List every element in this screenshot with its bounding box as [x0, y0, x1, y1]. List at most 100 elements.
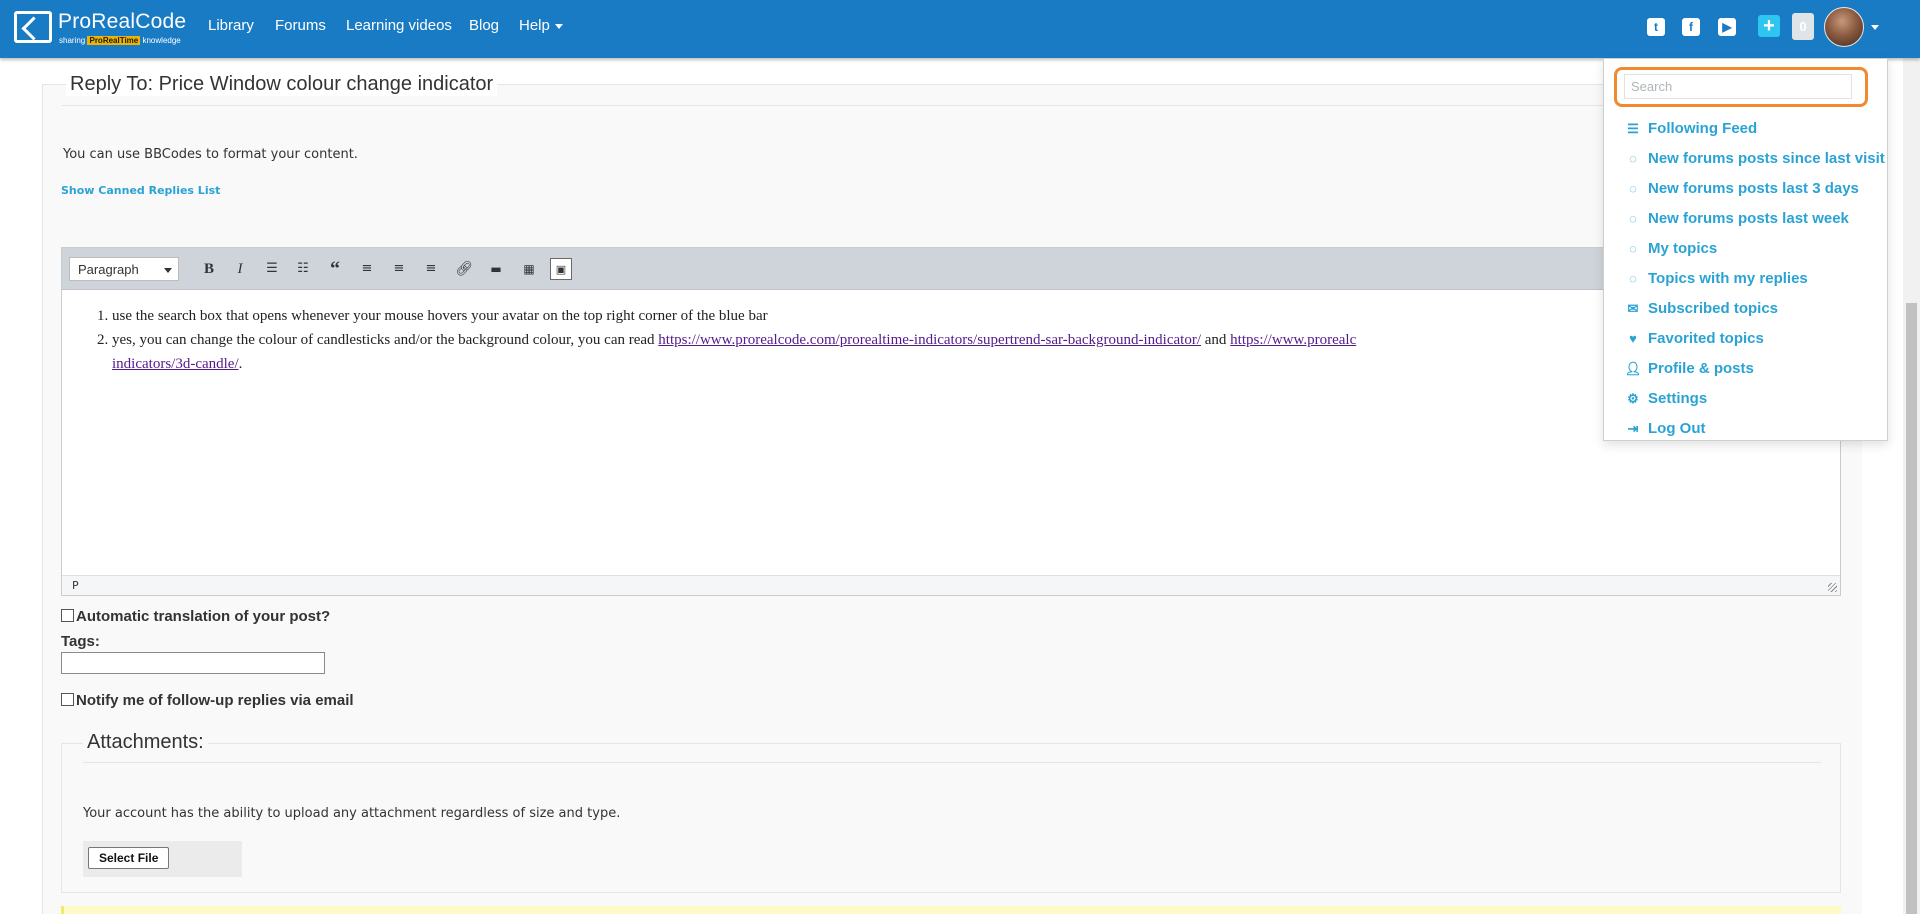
reply-line-2-text: yes, you can change the colour of candle… [112, 332, 659, 348]
logo-tag-post: knowledge [142, 36, 181, 45]
list-item: use the search box that opens whenever y… [112, 304, 1812, 328]
menu-following-feed[interactable]: ☰ Following Feed [1624, 117, 1757, 141]
add-content-button[interactable]: + [1758, 15, 1780, 37]
menu-new-posts-since-last-visit[interactable]: ◌ New forums posts since last visit [1624, 147, 1885, 171]
page-title: Reply To: Price Window colour change ind… [66, 73, 498, 96]
nav-learning-videos[interactable]: Learning videos [346, 17, 452, 34]
editor-content[interactable]: use the search box that opens whenever y… [62, 290, 1840, 576]
comments-icon: ◌ [1629, 211, 1637, 226]
align-right-icon[interactable]: ≡ [420, 258, 442, 280]
menu-topics-with-my-replies[interactable]: ◌ Topics with my replies [1624, 267, 1808, 291]
bullet-list-icon[interactable]: ☰ [261, 258, 283, 280]
user-icon: 👤︎ [1624, 361, 1642, 376]
avatar[interactable] [1824, 7, 1864, 47]
3d-candle-link-part2: indicators/3d-candle/ [112, 356, 239, 372]
comment-icon: ◌ [1629, 241, 1637, 256]
align-center-icon[interactable]: ≡ [388, 258, 410, 280]
chevron-down-icon [554, 23, 563, 29]
numbered-list-icon[interactable]: ☷ [292, 258, 314, 280]
twitter-icon[interactable]: t [1647, 18, 1665, 36]
comments-icon: ◌ [1629, 181, 1637, 196]
logout-icon: ⇥ [1627, 421, 1639, 436]
menu-label: Subscribed topics [1648, 300, 1779, 317]
envelope-icon: ✉ [1627, 301, 1639, 316]
heart-icon: ♥ [1629, 331, 1637, 346]
menu-new-posts-last-3-days[interactable]: ◌ New forums posts last 3 days [1624, 177, 1859, 201]
list-item: yes, you can change the colour of candle… [112, 328, 1812, 376]
nav-help[interactable]: Help [519, 17, 563, 34]
3d-candle-link-part1: https://www.prorealc [1230, 332, 1357, 348]
reply-line-2-end: . [238, 356, 243, 372]
logo-tag-highlight: ProRealTime [87, 36, 141, 45]
menu-my-topics[interactable]: ◌ My topics [1624, 237, 1717, 261]
reply-list: use the search box that opens whenever y… [112, 304, 1812, 376]
select-file-button[interactable]: Select File [88, 847, 170, 869]
menu-profile-posts[interactable]: 👤︎ Profile & posts [1624, 357, 1754, 381]
nav-blog[interactable]: Blog [469, 17, 499, 34]
menu-new-posts-last-week[interactable]: ◌ New forums posts last week [1624, 207, 1849, 231]
show-canned-replies-link[interactable]: Show Canned Replies List [61, 184, 220, 197]
menu-label: Log Out [1648, 420, 1706, 437]
menu-label: New forums posts since last visit [1648, 150, 1885, 167]
top-navbar: ProRealCode sharing ProRealTime knowledg… [0, 0, 1920, 58]
search-input[interactable] [1624, 74, 1852, 99]
menu-label: My topics [1648, 240, 1718, 257]
list-icon: ☰ [1627, 121, 1639, 136]
auto-translate-row[interactable]: Automatic translation of your post? [61, 608, 330, 625]
resize-grip-icon[interactable] [1828, 583, 1837, 592]
italic-icon[interactable]: I [229, 258, 251, 280]
align-left-icon[interactable]: ≡ [356, 258, 378, 280]
editor-statusbar: P [62, 575, 1840, 595]
logo-tagline: sharing ProRealTime knowledge [59, 36, 181, 45]
scrollbar-thumb[interactable] [1906, 303, 1917, 914]
menu-label: Following Feed [1648, 120, 1758, 137]
notifications-badge[interactable]: 0 [1792, 13, 1814, 40]
youtube-icon[interactable]: ▶ [1718, 18, 1736, 36]
menu-log-out[interactable]: ⇥ Log Out [1624, 417, 1706, 441]
editor-toolbar: Paragraph B I ☰ ☷ “ ≡ ≡ ≡ 🔗︎ ▬ ▦ ▣ [62, 248, 1840, 290]
menu-label: Topics with my replies [1648, 270, 1808, 287]
menu-label: Settings [1648, 390, 1708, 407]
link-icon[interactable]: 🔗︎ [453, 258, 475, 280]
menu-settings[interactable]: ⚙ Settings [1624, 387, 1707, 411]
menu-subscribed-topics[interactable]: ✉ Subscribed topics [1624, 297, 1778, 321]
user-dropdown-menu: ☰ Following Feed ◌ New forums posts since … [1603, 58, 1888, 441]
menu-label: New forums posts last 3 days [1648, 180, 1859, 197]
nav-forums[interactable]: Forums [275, 17, 326, 34]
rich-text-editor: Paragraph B I ☰ ☷ “ ≡ ≡ ≡ 🔗︎ ▬ ▦ ▣ use t… [61, 247, 1841, 596]
attachments-title: Attachments: [83, 731, 208, 754]
bbcode-info: You can use BBCodes to format your conte… [63, 147, 358, 162]
fullscreen-icon[interactable]: ▣ [550, 258, 572, 280]
tags-label: Tags: [61, 633, 100, 650]
notice-strip [61, 906, 1841, 914]
attachments-info: Your account has the ability to upload a… [83, 806, 621, 821]
menu-favorited-topics[interactable]: ♥ Favorited topics [1624, 327, 1764, 351]
comment-icon: ◌ [1629, 151, 1637, 166]
tags-input[interactable] [61, 652, 325, 674]
logo-mark-icon [14, 11, 52, 43]
toolbar-toggle-icon[interactable]: ▦ [518, 258, 540, 280]
read-more-icon[interactable]: ▬ [485, 258, 507, 280]
menu-label: Profile & posts [1648, 360, 1754, 377]
nav-library[interactable]: Library [208, 17, 254, 34]
site-logo[interactable]: ProRealCode sharing ProRealTime knowledg… [14, 9, 186, 49]
logo-tag-pre: sharing [59, 36, 86, 45]
file-upload-area: Select File [83, 841, 242, 877]
auto-translate-label: Automatic translation of your post? [76, 608, 331, 625]
format-select[interactable]: Paragraph [69, 257, 179, 281]
supertrend-link[interactable]: https://www.prorealcode.com/prorealtime-… [658, 332, 1201, 348]
notify-row[interactable]: Notify me of follow-up replies via email [61, 692, 354, 709]
element-path: P [72, 579, 79, 592]
nav-help-label: Help [519, 17, 550, 34]
notify-label: Notify me of follow-up replies via email [76, 692, 354, 709]
facebook-icon[interactable]: f [1682, 18, 1700, 36]
blockquote-icon[interactable]: “ [324, 258, 346, 280]
auto-translate-checkbox[interactable] [61, 609, 74, 622]
chevron-down-icon[interactable] [1871, 25, 1879, 30]
bold-icon[interactable]: B [198, 258, 220, 280]
title-divider [62, 105, 1852, 106]
comments-icon: ◌ [1629, 271, 1637, 286]
reply-line-1: use the search box that opens whenever y… [112, 308, 768, 324]
notify-checkbox[interactable] [61, 693, 74, 706]
gear-icon: ⚙ [1627, 391, 1639, 406]
